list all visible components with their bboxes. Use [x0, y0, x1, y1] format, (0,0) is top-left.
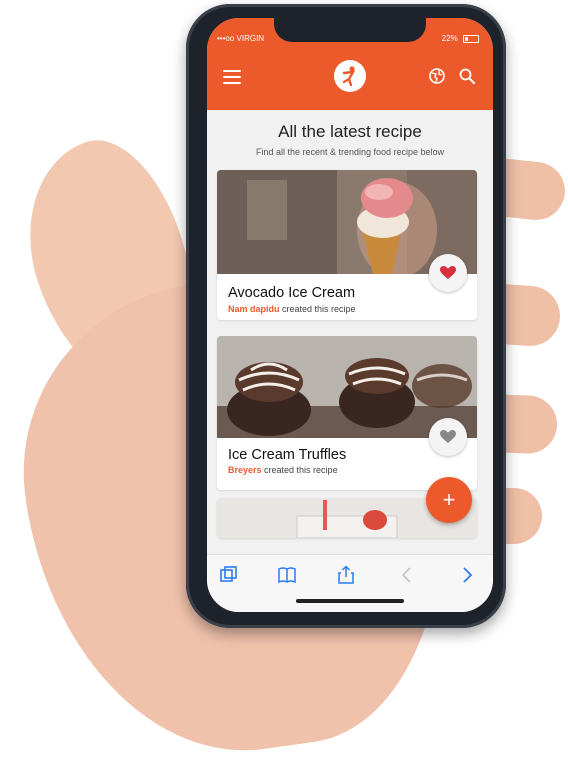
heart-icon: [440, 266, 456, 279]
tabs-icon[interactable]: [219, 565, 239, 585]
favorite-button[interactable]: [429, 254, 467, 292]
recipe-meta: Nam dapidu created this recipe: [228, 304, 356, 314]
page-subtitle: Find all the recent & trending food reci…: [255, 147, 445, 157]
recipe-author[interactable]: Breyers: [228, 465, 262, 475]
recipe-meta-suffix: created this recipe: [279, 304, 356, 314]
recipe-meta: Breyers created this recipe: [228, 465, 338, 475]
globe-icon[interactable]: [429, 68, 445, 84]
forward-icon[interactable]: [457, 565, 477, 585]
battery-label: 22%: [441, 34, 458, 43]
favorite-button[interactable]: [429, 418, 467, 456]
recipe-card[interactable]: Ice Cream Truffles Breyers created this …: [217, 336, 477, 490]
heart-icon: [440, 430, 456, 443]
recipe-card[interactable]: Avocado Ice Cream Nam dapidu created thi…: [217, 170, 477, 320]
browser-toolbar: [207, 554, 493, 612]
battery-indicator: 22%: [442, 34, 479, 43]
search-icon[interactable]: [459, 68, 475, 84]
bookmarks-icon[interactable]: [277, 565, 297, 585]
recipe-title[interactable]: Ice Cream Truffles: [228, 447, 346, 463]
recipe-meta-suffix: created this recipe: [261, 465, 338, 475]
battery-icon: [463, 34, 479, 43]
hamburger-menu-icon[interactable]: [223, 70, 241, 84]
runner-logo-icon[interactable]: [334, 60, 366, 92]
add-recipe-button[interactable]: +: [426, 477, 472, 523]
app-nav-bar: [207, 48, 493, 110]
page-title: All the latest recipe: [278, 122, 422, 141]
notch: [274, 18, 426, 42]
back-icon[interactable]: [397, 565, 417, 585]
recipe-author[interactable]: Nam dapidu: [228, 304, 280, 314]
share-icon[interactable]: [336, 565, 356, 585]
phone-screen: •••oo VIRGIN 4:21 PM 22%: [207, 18, 493, 612]
recipe-title[interactable]: Avocado Ice Cream: [228, 285, 355, 301]
home-indicator[interactable]: [296, 599, 404, 603]
